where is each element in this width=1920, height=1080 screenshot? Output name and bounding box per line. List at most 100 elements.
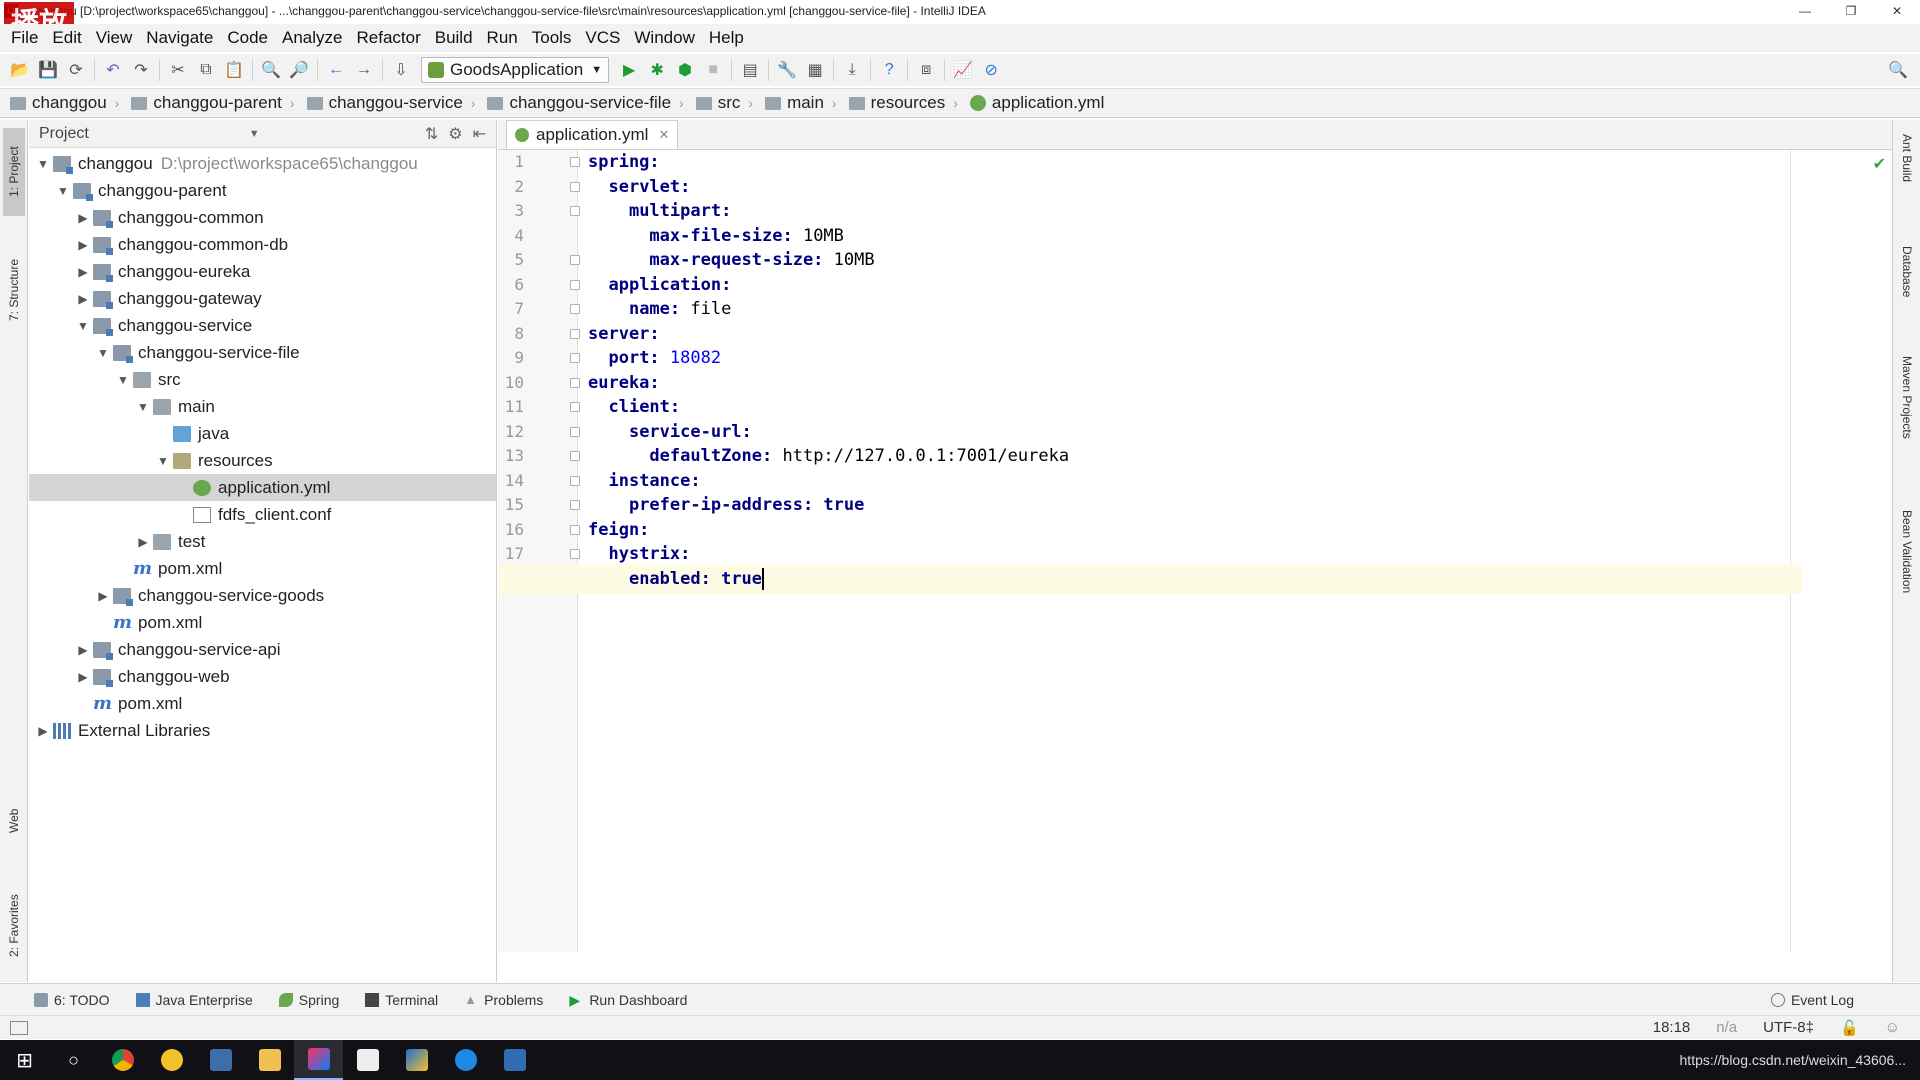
tab-structure[interactable]: 7: Structure — [3, 240, 25, 340]
paste-icon[interactable]: 📋 — [220, 56, 248, 84]
fold-marker-icon[interactable] — [570, 549, 580, 559]
tree-node[interactable]: ▶ changgou-web — [29, 663, 496, 690]
intellij-idea-icon[interactable] — [294, 1040, 343, 1080]
chevron-down-icon[interactable]: ▼ — [33, 157, 53, 171]
fold-marker-icon[interactable] — [570, 304, 580, 314]
breadcrumb-item[interactable]: changgou › — [10, 93, 131, 113]
fold-marker-icon[interactable] — [570, 279, 580, 290]
breadcrumb-item[interactable]: changgou-parent › — [131, 93, 306, 113]
search-icon[interactable]: ○ — [49, 1040, 98, 1080]
find-icon[interactable]: 🔍 — [257, 56, 285, 84]
chevron-right-icon[interactable]: ▶ — [33, 724, 53, 738]
tab-event-log[interactable]: Event Log — [1770, 992, 1854, 1008]
fold-marker-icon[interactable] — [570, 157, 580, 167]
fold-marker-icon[interactable] — [570, 524, 580, 535]
menu-edit[interactable]: Edit — [45, 28, 88, 48]
line-separator[interactable]: n/a — [1716, 1019, 1737, 1036]
tab-run-dashboard[interactable]: ▶ Run Dashboard — [569, 992, 687, 1008]
lock-icon[interactable]: 🔓 — [1840, 1019, 1859, 1037]
caret-position[interactable]: 18:18 — [1653, 1019, 1691, 1036]
chevron-down-icon[interactable]: ▼ — [53, 184, 73, 198]
tree-node[interactable]: ▼ changgou-parent — [29, 177, 496, 204]
coverage-icon[interactable]: ⬢ — [671, 56, 699, 84]
editor-tab-application-yml[interactable]: application.yml ✕ — [506, 120, 679, 149]
tab-terminal[interactable]: Terminal — [365, 992, 438, 1008]
chevron-down-icon[interactable]: ▼ — [73, 319, 93, 333]
no-power-save-icon[interactable]: ⊘ — [977, 56, 1005, 84]
app-icon-slides[interactable] — [490, 1040, 539, 1080]
tree-node[interactable]: ▶ changgou-service-goods — [29, 582, 496, 609]
menu-vcs[interactable]: VCS — [578, 28, 627, 48]
project-view-select[interactable]: Project — [39, 125, 89, 143]
fold-marker-icon[interactable] — [570, 377, 580, 388]
fold-marker-icon[interactable] — [570, 475, 580, 486]
vcs-icon[interactable]: ⧈ — [912, 56, 940, 84]
tree-node[interactable]: ▶ changgou-gateway — [29, 285, 496, 312]
run-configuration-select[interactable]: GoodsApplication ▼ — [421, 57, 610, 83]
tree-node[interactable]: ▼ resources — [29, 447, 496, 474]
menu-tools[interactable]: Tools — [525, 28, 579, 48]
tab-database[interactable]: Database — [1896, 246, 1918, 336]
chevron-right-icon[interactable]: ▶ — [73, 643, 93, 657]
tree-node[interactable]: ▶ changgou-service-api — [29, 636, 496, 663]
bookmark-icon[interactable]: ▤ — [736, 56, 764, 84]
menu-file[interactable]: File — [4, 28, 45, 48]
restore-button[interactable]: ❐ — [1828, 0, 1874, 22]
hide-panel-icon[interactable]: ⇤ — [473, 124, 486, 144]
fold-marker-icon[interactable] — [570, 328, 580, 339]
tab-maven-projects[interactable]: Maven Projects — [1896, 356, 1918, 486]
tab-spring[interactable]: Spring — [278, 992, 339, 1008]
undo-icon[interactable]: ↶ — [99, 56, 127, 84]
tree-node[interactable]: ▼ src — [29, 366, 496, 393]
gear-icon[interactable]: ⚙ — [448, 124, 462, 144]
breadcrumb-item[interactable]: changgou-service › — [306, 93, 488, 113]
fold-marker-icon[interactable] — [570, 451, 580, 461]
chrome-icon[interactable] — [98, 1040, 147, 1080]
menu-analyze[interactable]: Analyze — [275, 28, 349, 48]
tree-node[interactable]: ▶ changgou-common-db — [29, 231, 496, 258]
tab-favorites[interactable]: 2: Favorites — [3, 876, 25, 976]
tree-node[interactable]: ▶ changgou-common — [29, 204, 496, 231]
search-everywhere-icon[interactable]: 🔍 — [1884, 56, 1912, 84]
tree-node[interactable]: ▼ changgou-service-file — [29, 339, 496, 366]
chevron-down-icon[interactable]: ▼ — [113, 373, 133, 387]
app-icon-screenshot[interactable] — [196, 1040, 245, 1080]
project-structure-icon[interactable]: ▦ — [801, 56, 829, 84]
tree-node[interactable]: m pom.xml — [29, 555, 496, 582]
settings-wrench-icon[interactable]: 🔧 — [773, 56, 801, 84]
open-icon[interactable]: 📂 — [6, 56, 34, 84]
tree-node[interactable]: fdfs_client.conf — [29, 501, 496, 528]
menu-code[interactable]: Code — [220, 28, 275, 48]
minimize-button[interactable]: — — [1782, 0, 1828, 22]
breadcrumb-item[interactable]: src › — [695, 93, 765, 113]
build-icon[interactable]: ⇩ — [387, 56, 415, 84]
breadcrumb-item[interactable]: main › — [765, 93, 849, 113]
fold-marker-icon[interactable] — [570, 426, 580, 437]
chevron-down-icon[interactable]: ▼ — [93, 346, 113, 360]
windows-start-icon[interactable]: ⊞ — [0, 1040, 49, 1080]
breadcrumb-item[interactable]: application.yml — [969, 93, 1108, 113]
sync-icon[interactable]: ⟳ — [62, 56, 90, 84]
chevron-right-icon[interactable]: ▶ — [73, 670, 93, 684]
fold-marker-icon[interactable] — [570, 255, 580, 265]
chevron-right-icon[interactable]: ▶ — [93, 589, 113, 603]
typora-icon[interactable] — [343, 1040, 392, 1080]
tree-node[interactable]: ▶ External Libraries — [29, 717, 496, 744]
app-icon-blue-yellow[interactable] — [392, 1040, 441, 1080]
activity-monitor-icon[interactable]: 📈 — [949, 56, 977, 84]
tab-todo[interactable]: 6: TODO — [34, 992, 110, 1008]
menu-help[interactable]: Help — [702, 28, 751, 48]
download-icon[interactable]: ⤓ — [838, 56, 866, 84]
chevron-right-icon[interactable]: ▶ — [73, 211, 93, 225]
menu-view[interactable]: View — [89, 28, 140, 48]
tab-bean-validation[interactable]: Bean Validation — [1896, 510, 1918, 640]
chevron-down-icon[interactable]: ▼ — [133, 400, 153, 414]
tree-node[interactable]: m pom.xml — [29, 690, 496, 717]
tree-node[interactable]: application.yml — [29, 474, 496, 501]
stop-icon[interactable]: ■ — [699, 56, 727, 84]
fold-marker-icon[interactable] — [570, 500, 580, 510]
app-icon-yellow[interactable] — [147, 1040, 196, 1080]
copy-icon[interactable]: ⧉ — [192, 56, 220, 84]
fold-marker-icon[interactable] — [570, 353, 580, 363]
file-explorer-icon[interactable] — [245, 1040, 294, 1080]
